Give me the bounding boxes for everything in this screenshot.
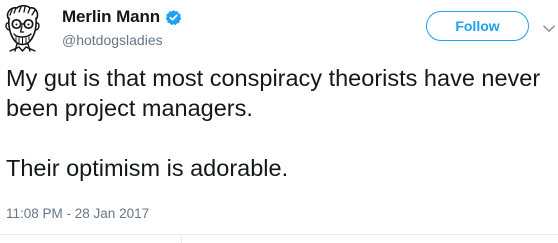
tweet-text: My gut is that most conspiracy theorists… — [6, 63, 551, 183]
follow-button[interactable]: Follow — [426, 11, 529, 41]
divider — [0, 234, 558, 235]
author-name-row[interactable]: Merlin Mann — [62, 7, 182, 27]
tweet-text-paragraph: Their optimism is adorable. — [6, 155, 289, 181]
author-handle[interactable]: @hotdogsladies — [62, 32, 163, 48]
divider-tick — [181, 236, 182, 243]
chevron-down-icon[interactable] — [543, 20, 555, 32]
tweet-timestamp[interactable]: 11:08 PM - 28 Jan 2017 — [6, 206, 149, 221]
avatar[interactable] — [2, 4, 42, 52]
author-display-name[interactable]: Merlin Mann — [62, 7, 160, 27]
caricature-avatar-icon — [5, 4, 40, 52]
verified-badge-icon — [165, 9, 182, 26]
tweet-text-paragraph: My gut is that most conspiracy theorists… — [6, 65, 541, 121]
